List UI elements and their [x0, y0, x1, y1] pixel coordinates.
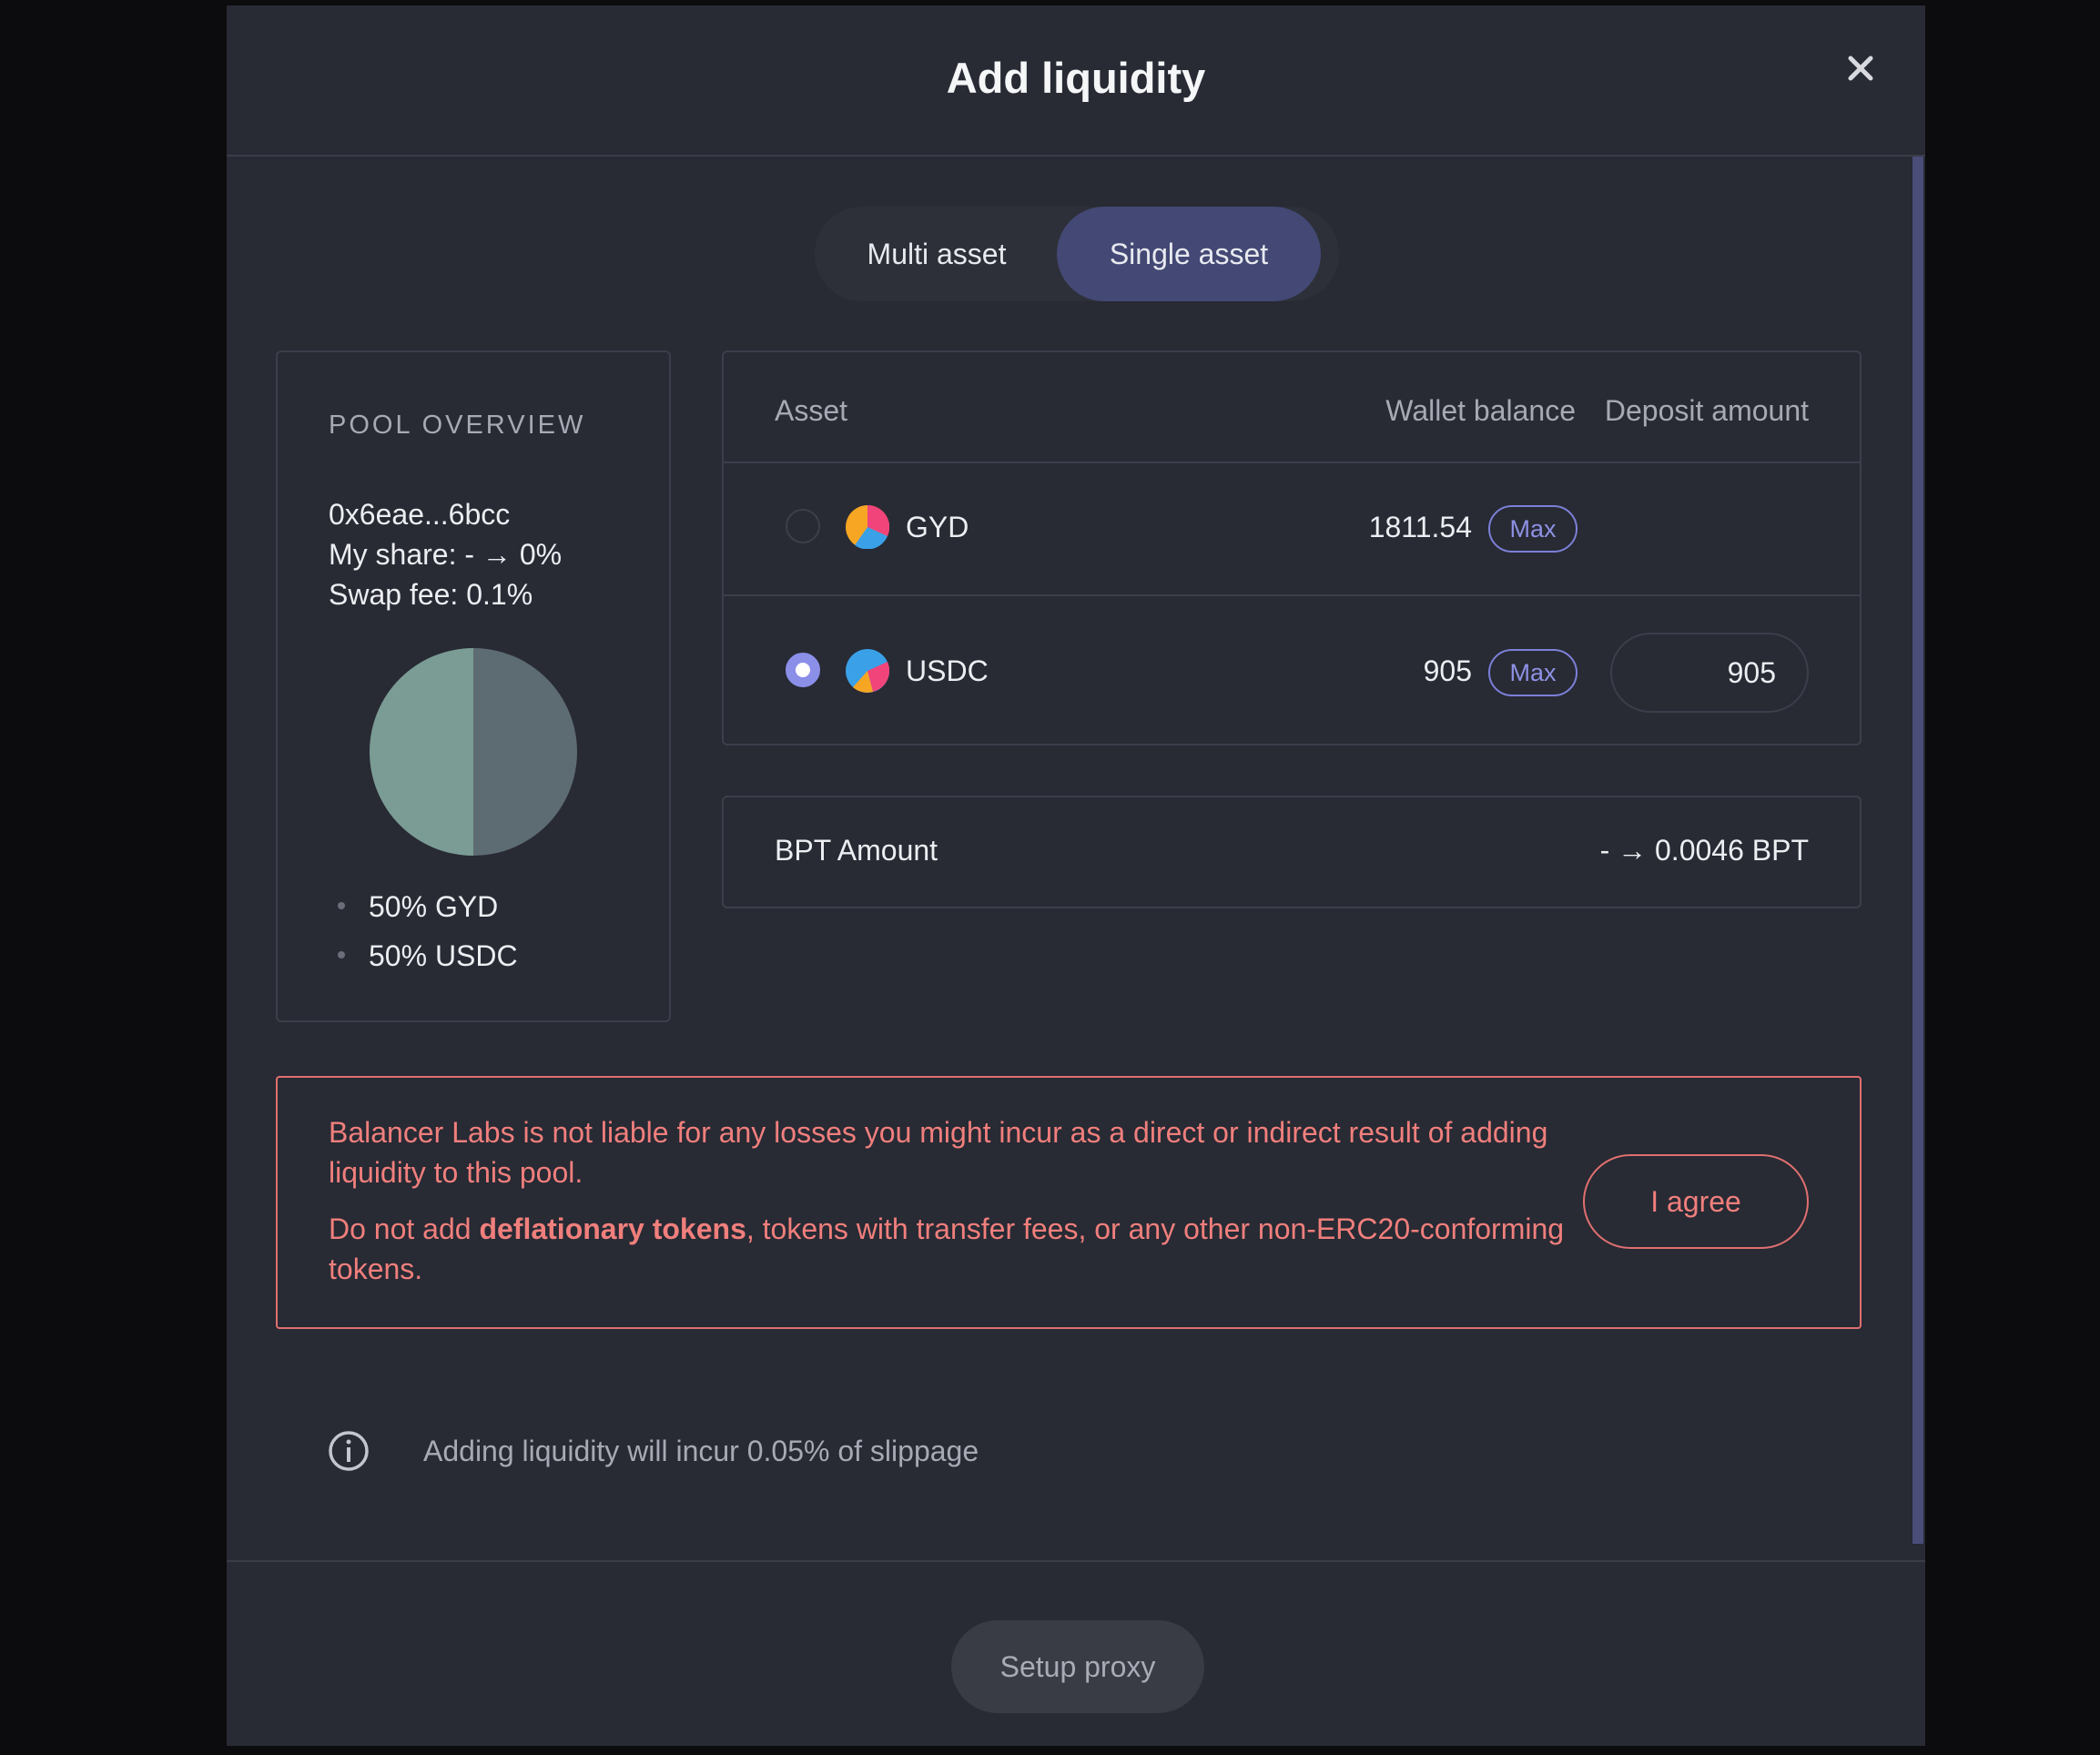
close-button[interactable]: [1838, 46, 1883, 91]
max-button[interactable]: Max: [1488, 649, 1578, 696]
swap-fee: Swap fee: 0.1%: [329, 578, 533, 611]
liability-warning: Balancer Labs is not liable for any loss…: [276, 1076, 1862, 1329]
close-icon: [1848, 56, 1873, 81]
warning-text: Balancer Labs is not liable for any loss…: [329, 1112, 1603, 1289]
info-icon: [329, 1431, 369, 1471]
scrollbar[interactable]: [1912, 157, 1923, 1544]
modal-footer: Setup proxy: [227, 1560, 1925, 1746]
bpt-amount-box: BPT Amount - → 0.0046 BPT: [722, 796, 1862, 908]
asset-row-gyd[interactable]: GYD 1811.54 Max: [724, 463, 1860, 594]
legend-item-gyd: 50% GYD: [338, 882, 518, 931]
add-liquidity-modal: Add liquidity Multi asset Single asset P…: [227, 5, 1925, 1746]
gyd-token-icon: [846, 505, 889, 549]
header-asset: Asset: [775, 394, 848, 427]
header-wallet-balance: Wallet balance: [1385, 394, 1576, 427]
warning-prefix: Do not add: [329, 1212, 480, 1245]
setup-proxy-button[interactable]: Setup proxy: [951, 1620, 1204, 1713]
bpt-label: BPT Amount: [775, 834, 938, 867]
slippage-text: Adding liquidity will incur 0.05% of sli…: [423, 1435, 979, 1467]
max-button[interactable]: Max: [1488, 505, 1578, 553]
pool-overview-heading: POOL OVERVIEW: [329, 411, 586, 440]
legend-label: 50% GYD: [369, 890, 499, 923]
tab-single-asset[interactable]: Single asset: [1057, 207, 1321, 301]
legend-dot: [338, 901, 345, 909]
pool-composition-legend: 50% GYD 50% USDC: [338, 882, 518, 980]
pool-overview-card: POOL OVERVIEW 0x6eae...6bcc My share: - …: [276, 350, 671, 1022]
wallet-balance: 1811.54: [1368, 511, 1472, 543]
usdc-token-icon: [846, 649, 889, 693]
pie-slice-gyd: [473, 648, 577, 856]
modal-header: Add liquidity: [227, 5, 1925, 157]
asset-row-usdc[interactable]: USDC 905 Max: [724, 596, 1860, 744]
warning-emphasis: deflationary tokens: [479, 1212, 746, 1245]
modal-title: Add liquidity: [946, 54, 1206, 102]
bpt-value: - → 0.0046 BPT: [1599, 834, 1809, 867]
agree-button[interactable]: I agree: [1583, 1154, 1809, 1249]
deposit-amount-input[interactable]: [1610, 633, 1809, 713]
warning-line-1: Balancer Labs is not liable for any loss…: [329, 1116, 1548, 1189]
tab-multi-asset[interactable]: Multi asset: [815, 207, 1059, 301]
legend-label: 50% USDC: [369, 939, 518, 972]
pie-slice-usdc: [370, 648, 473, 856]
radio-gyd[interactable]: [786, 509, 820, 543]
pool-address: 0x6eae...6bcc: [329, 498, 511, 531]
pool-info: 0x6eae...6bcc My share: - → 0% Swap fee:…: [329, 494, 562, 614]
my-share: My share: - → 0%: [329, 538, 563, 571]
token-name: USDC: [906, 654, 989, 687]
pool-composition-pie: [370, 648, 577, 856]
legend-dot: [338, 950, 345, 959]
asset-table: Asset Wallet balance Deposit amount GYD …: [722, 350, 1862, 746]
wallet-balance: 905: [1423, 654, 1472, 687]
warning-line-2: Do not add deflationary tokens, tokens w…: [329, 1209, 1603, 1289]
header-deposit-amount: Deposit amount: [1604, 394, 1809, 427]
legend-item-usdc: 50% USDC: [338, 931, 518, 980]
token-name: GYD: [906, 511, 969, 543]
radio-usdc[interactable]: [786, 653, 820, 687]
asset-mode-tabs: Multi asset Single asset: [815, 207, 1339, 301]
